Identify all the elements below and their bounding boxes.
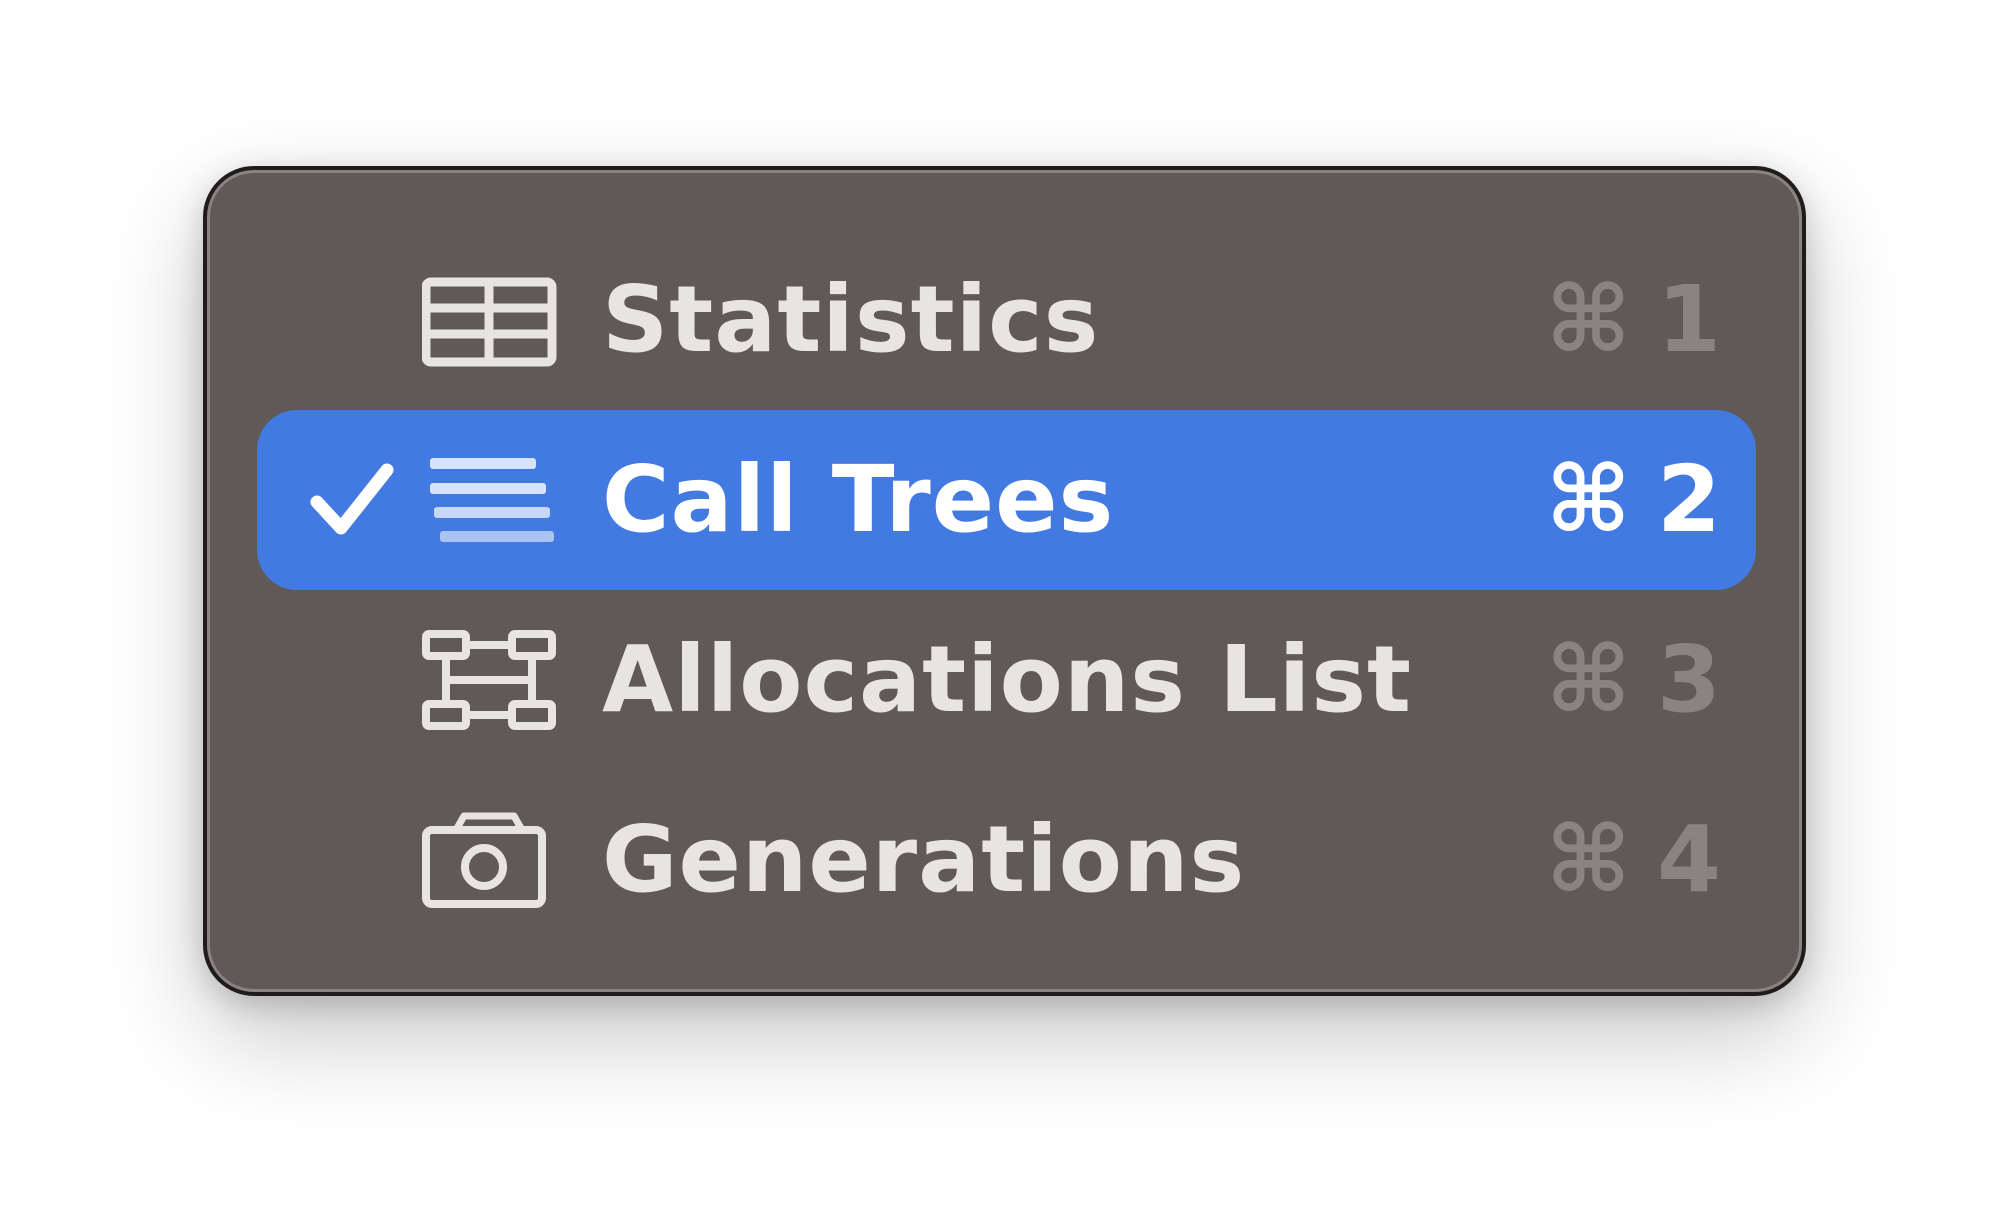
- shortcut-hint: ⌘ 1: [1546, 230, 1721, 410]
- shortcut-key: 3: [1656, 626, 1721, 733]
- shortcut-hint: ⌘ 3: [1546, 590, 1721, 770]
- shortcut-key: 4: [1656, 806, 1721, 913]
- menu-item-label: Allocations List: [602, 626, 1412, 733]
- shortcut-key: 2: [1656, 446, 1721, 553]
- table-icon: [422, 277, 557, 367]
- list-lines-icon: [430, 458, 554, 542]
- shortcut-key: 1: [1656, 266, 1721, 373]
- shortcut-hint: ⌘ 4: [1546, 770, 1721, 950]
- menu-item-label: Call Trees: [602, 446, 1115, 553]
- menu-item-allocations-list[interactable]: Allocations List ⌘ 3: [257, 590, 1756, 770]
- menu-item-label: Generations: [602, 806, 1246, 913]
- command-key-icon: ⌘: [1545, 446, 1631, 553]
- command-key-icon: ⌘: [1545, 806, 1631, 913]
- menu-item-label: Statistics: [602, 266, 1100, 373]
- command-key-icon: ⌘: [1545, 626, 1631, 733]
- shortcut-hint: ⌘ 2: [1546, 410, 1721, 590]
- menu-item-call-trees[interactable]: Call Trees ⌘ 2: [257, 410, 1756, 590]
- menu-item-generations[interactable]: Generations ⌘ 4: [257, 770, 1756, 950]
- allocation-blocks-icon: [422, 630, 556, 730]
- menu-item-statistics[interactable]: Statistics ⌘ 1: [257, 230, 1756, 410]
- checkmark-icon: [310, 463, 394, 535]
- view-menu: Statistics ⌘ 1 Call Trees ⌘ 2 Allocation…: [203, 166, 1806, 996]
- camera-icon: [422, 812, 546, 908]
- command-key-icon: ⌘: [1545, 266, 1631, 373]
